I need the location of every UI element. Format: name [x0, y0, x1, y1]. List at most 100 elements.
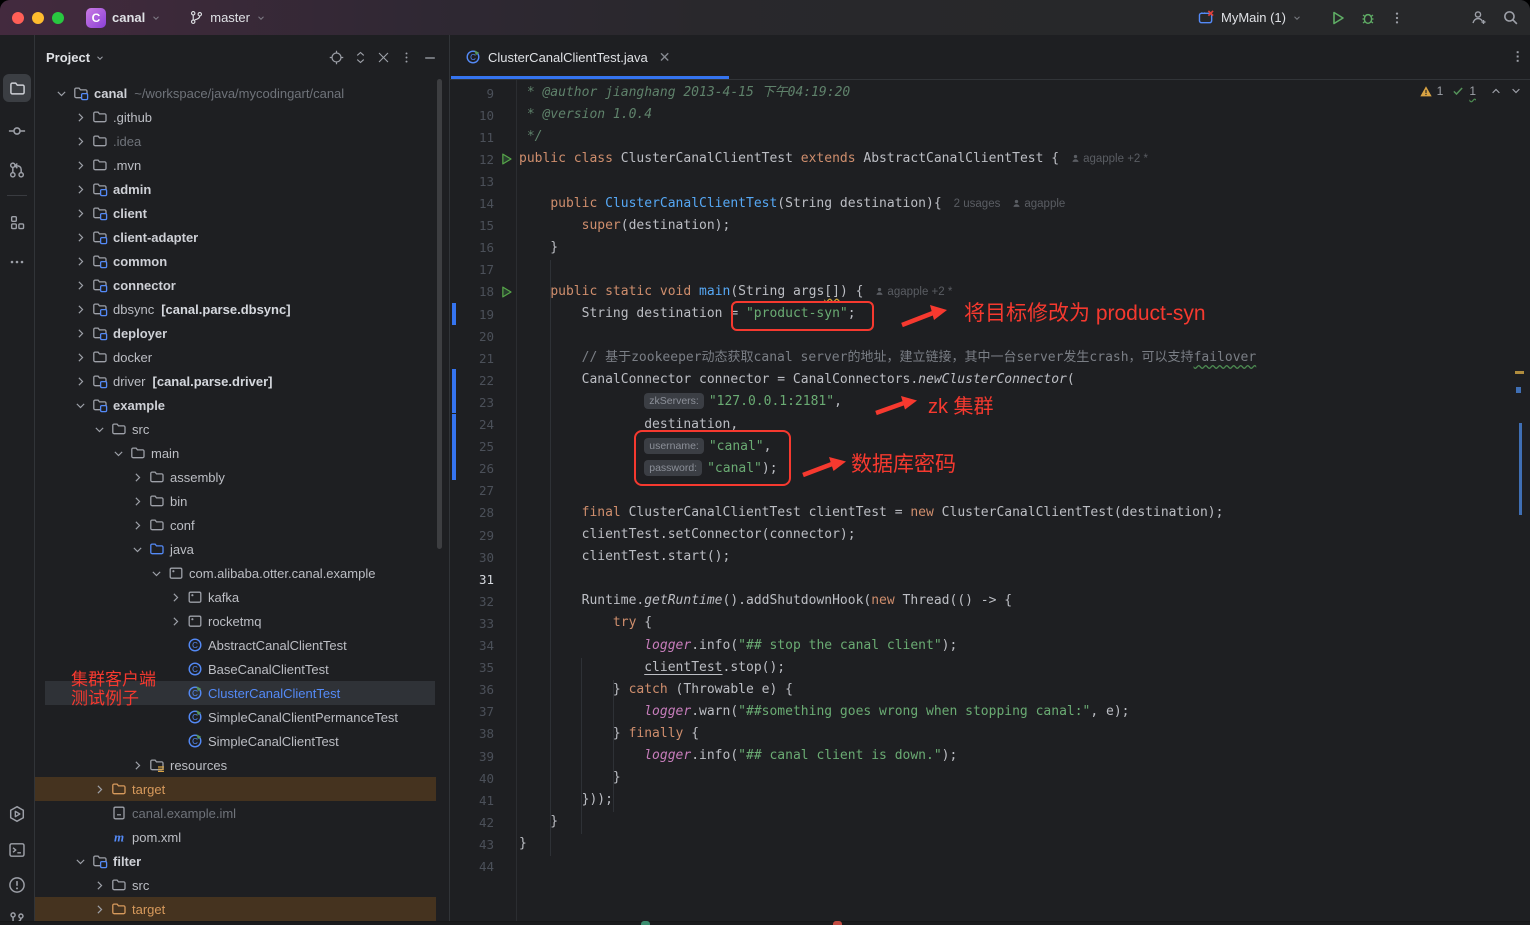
tree-expander-icon[interactable] — [53, 85, 69, 101]
code-line-12[interactable]: 12public class ClusterCanalClientTest ex… — [450, 148, 1530, 170]
run-button[interactable] — [1323, 4, 1353, 32]
code-line-31[interactable]: 31 — [450, 568, 1530, 590]
expand-collapse-icon[interactable] — [354, 50, 367, 65]
tree-expander-icon[interactable] — [148, 565, 164, 581]
code-line-42[interactable]: 42 } — [450, 811, 1530, 833]
tree-expander-icon[interactable] — [72, 253, 88, 269]
code-line-14[interactable]: 14 public ClusterCanalClientTest(String … — [450, 193, 1530, 215]
tree-item-client-adapter[interactable]: client-adapter — [35, 225, 449, 249]
code-line-39[interactable]: 39 logger.info("## canal client is down.… — [450, 745, 1530, 767]
code-line-37[interactable]: 37 logger.warn("##something goes wrong w… — [450, 701, 1530, 723]
code-line-17[interactable]: 17 — [450, 259, 1530, 281]
tree-item-driver[interactable]: driver[canal.parse.driver] — [35, 369, 449, 393]
tree-expander-icon[interactable] — [129, 493, 145, 509]
git-branch-widget[interactable]: master — [189, 10, 266, 25]
code-line-28[interactable]: 28 final ClusterCanalClientTest clientTe… — [450, 502, 1530, 524]
code-line-13[interactable]: 13 — [450, 170, 1530, 192]
tree-item-deployer[interactable]: deployer — [35, 321, 449, 345]
code-line-9[interactable]: 9 * @author jianghang 2013-4-15 下午04:19:… — [450, 82, 1530, 104]
tree-item-bin[interactable]: bin — [35, 489, 449, 513]
tree-expander-icon[interactable] — [167, 589, 183, 605]
tree-item-assembly[interactable]: assembly — [35, 465, 449, 489]
scrollbar-warning-marker[interactable] — [1515, 371, 1524, 374]
code-line-11[interactable]: 11 */ — [450, 126, 1530, 148]
code-line-15[interactable]: 15 super(destination); — [450, 215, 1530, 237]
tree-expander-icon[interactable] — [110, 445, 126, 461]
tree-item-connector[interactable]: connector — [35, 273, 449, 297]
tree-item-rocketmq[interactable]: rocketmq — [35, 609, 449, 633]
project-view-selector[interactable]: Project — [46, 50, 105, 65]
tree-expander-icon[interactable] — [129, 469, 145, 485]
project-switcher[interactable]: C canal — [86, 8, 161, 28]
tree-expander-icon[interactable] — [72, 325, 88, 341]
code-line-20[interactable]: 20 — [450, 325, 1530, 347]
code-line-35[interactable]: 35 clientTest.stop(); — [450, 657, 1530, 679]
tree-expander-icon[interactable] — [72, 349, 88, 365]
tree-expander-icon[interactable] — [72, 109, 88, 125]
tree-item-conf[interactable]: conf — [35, 513, 449, 537]
tree-item-SimpleCanalClientTest[interactable]: CSimpleCanalClientTest — [35, 729, 449, 753]
tree-expander-icon[interactable] — [129, 517, 145, 533]
tree-expander-icon[interactable] — [72, 229, 88, 245]
code-line-25[interactable]: 25 username:"canal", — [450, 436, 1530, 458]
tree-expander-icon[interactable] — [72, 157, 88, 173]
close-tab-icon[interactable]: ✕ — [659, 49, 671, 66]
prev-problem-icon[interactable] — [1490, 85, 1502, 97]
panel-options-icon[interactable] — [400, 50, 413, 65]
code-line-40[interactable]: 40 } — [450, 767, 1530, 789]
run-gutter-icon[interactable] — [500, 152, 513, 171]
tree-item-filter[interactable]: filter — [35, 849, 449, 873]
tree-item-kafka[interactable]: kafka — [35, 585, 449, 609]
tab-clustercanalclienttest[interactable]: C ClusterCanalClientTest.java ✕ — [451, 35, 684, 79]
tree-expander-icon[interactable] — [129, 541, 145, 557]
code-line-44[interactable]: 44 — [450, 856, 1530, 878]
tree-item-target[interactable]: target — [35, 777, 449, 801]
tree-item-client[interactable]: client — [35, 201, 449, 225]
tree-expander-icon[interactable] — [72, 133, 88, 149]
code-line-29[interactable]: 29 clientTest.setConnector(connector); — [450, 524, 1530, 546]
more-tool-windows-button[interactable] — [3, 248, 31, 276]
tree-expander-icon[interactable] — [91, 901, 107, 917]
tree-scrollbar[interactable] — [437, 79, 442, 549]
code-area[interactable]: 9 * @author jianghang 2013-4-15 下午04:19:… — [450, 80, 1530, 921]
tree-expander-icon[interactable] — [91, 877, 107, 893]
tree-expander-icon[interactable] — [167, 613, 183, 629]
code-line-26[interactable]: 26 password:"canal"); — [450, 458, 1530, 480]
maximize-window-button[interactable] — [52, 12, 64, 24]
tree-item-.github[interactable]: .github — [35, 105, 449, 129]
scrollbar-change-bar[interactable] — [1519, 423, 1523, 515]
code-line-10[interactable]: 10 * @version 1.0.4 — [450, 104, 1530, 126]
tree-item-canal.example.iml[interactable]: canal.example.iml — [35, 801, 449, 825]
code-line-16[interactable]: 16 } — [450, 237, 1530, 259]
tree-expander-icon[interactable] — [72, 277, 88, 293]
tree-expander-icon[interactable] — [72, 181, 88, 197]
tree-item-.mvn[interactable]: .mvn — [35, 153, 449, 177]
tree-expander-icon[interactable] — [72, 205, 88, 221]
code-line-41[interactable]: 41 })); — [450, 789, 1530, 811]
tree-item-canal[interactable]: canal~/workspace/java/mycodingart/canal — [35, 81, 449, 105]
tree-expander-icon[interactable] — [72, 397, 88, 413]
code-line-33[interactable]: 33 try { — [450, 612, 1530, 634]
close-window-button[interactable] — [12, 12, 24, 24]
code-line-34[interactable]: 34 logger.info("## stop the canal client… — [450, 635, 1530, 657]
tab-options-icon[interactable] — [1511, 49, 1524, 69]
code-line-30[interactable]: 30 clientTest.start(); — [450, 546, 1530, 568]
collapse-all-icon[interactable] — [377, 51, 390, 64]
code-line-22[interactable]: 22 CanalConnector connector = CanalConne… — [450, 369, 1530, 391]
hide-panel-icon[interactable] — [423, 51, 437, 65]
code-line-43[interactable]: 43} — [450, 833, 1530, 855]
tree-item-AbstractCanalClientTest[interactable]: CAbstractCanalClientTest — [35, 633, 449, 657]
tree-expander-icon[interactable] — [91, 781, 107, 797]
tree-item-admin[interactable]: admin — [35, 177, 449, 201]
tool-services-button[interactable] — [3, 800, 31, 828]
tree-expander-icon[interactable] — [72, 373, 88, 389]
tool-project-button[interactable] — [3, 74, 31, 102]
tool-commit-button[interactable] — [3, 117, 31, 145]
tree-item-src[interactable]: src — [35, 873, 449, 897]
tree-item-example[interactable]: example — [35, 393, 449, 417]
tree-item-java[interactable]: java — [35, 537, 449, 561]
tree-expander-icon[interactable] — [129, 757, 145, 773]
code-with-me-button[interactable] — [1463, 4, 1495, 32]
tree-item-.idea[interactable]: .idea — [35, 129, 449, 153]
tree-item-resources[interactable]: resources — [35, 753, 449, 777]
